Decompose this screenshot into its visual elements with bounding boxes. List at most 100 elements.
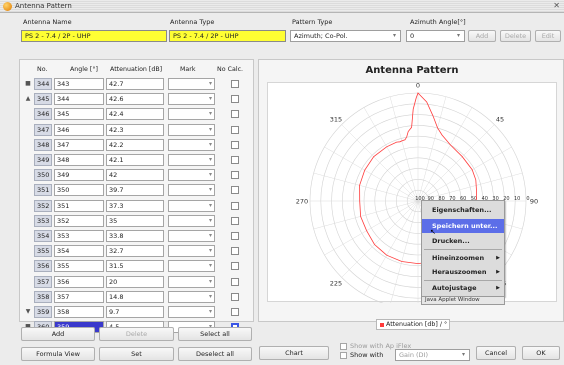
no-calc-checkbox[interactable] bbox=[231, 171, 239, 179]
no-calc-checkbox[interactable] bbox=[231, 217, 239, 225]
attenuation-cell[interactable]: 42 bbox=[106, 169, 164, 181]
edit-angle-button[interactable]: Edit bbox=[535, 30, 561, 42]
antenna-type-field[interactable]: PS 2 - 7.4 / 2P - UHP bbox=[169, 30, 286, 42]
attenuation-cell[interactable]: 42.2 bbox=[106, 139, 164, 151]
no-calc-checkbox[interactable] bbox=[231, 247, 239, 255]
gain-select[interactable]: Gain (DI) ▾ bbox=[395, 349, 470, 361]
angle-cell[interactable]: 352 bbox=[54, 215, 104, 227]
angle-cell[interactable]: 354 bbox=[54, 245, 104, 257]
chart-legend: Attenuation [db] / ° bbox=[376, 319, 450, 330]
attenuation-cell[interactable]: 14.8 bbox=[106, 291, 164, 303]
attenuation-cell[interactable]: 42.7 bbox=[106, 78, 164, 90]
select-all-button[interactable]: Select all bbox=[178, 327, 252, 341]
no-calc-checkbox[interactable] bbox=[231, 141, 239, 149]
attenuation-cell[interactable]: 33.8 bbox=[106, 230, 164, 242]
attenuation-cell[interactable]: 35 bbox=[106, 215, 164, 227]
no-calc-checkbox[interactable] bbox=[231, 186, 239, 194]
mark-select[interactable]: ▾ bbox=[168, 169, 215, 181]
no-calc-checkbox[interactable] bbox=[231, 293, 239, 301]
no-calc-checkbox[interactable] bbox=[231, 308, 239, 316]
angle-cell[interactable]: 349 bbox=[54, 169, 104, 181]
attenuation-cell[interactable]: 37.3 bbox=[106, 200, 164, 212]
ok-button[interactable]: OK bbox=[522, 346, 560, 360]
add-row-button[interactable]: Add bbox=[21, 327, 95, 341]
menu-item-eigenschaften[interactable]: Eigenschaften... bbox=[422, 203, 504, 217]
mark-select[interactable]: ▾ bbox=[168, 78, 215, 90]
attenuation-cell[interactable]: 42.6 bbox=[106, 93, 164, 105]
attenuation-cell[interactable]: 32.7 bbox=[106, 245, 164, 257]
angle-cell[interactable]: 357 bbox=[54, 291, 104, 303]
angle-cell[interactable]: 347 bbox=[54, 139, 104, 151]
attenuation-cell[interactable]: 42.4 bbox=[106, 108, 164, 120]
deselect-all-button[interactable]: Deselect all bbox=[178, 347, 252, 361]
menu-item-hineinzoomen[interactable]: Hineinzoomen ▶ bbox=[422, 251, 504, 265]
angle-cell[interactable]: 345 bbox=[54, 108, 104, 120]
no-calc-checkbox[interactable] bbox=[231, 156, 239, 164]
set-button[interactable]: Set bbox=[99, 347, 174, 361]
mark-select[interactable]: ▾ bbox=[168, 200, 215, 212]
angle-cell[interactable]: 351 bbox=[54, 200, 104, 212]
mark-select[interactable]: ▾ bbox=[168, 154, 215, 166]
pattern-type-select[interactable]: Azimuth; Co-Pol. ▾ bbox=[290, 30, 401, 42]
no-calc-checkbox[interactable] bbox=[231, 110, 239, 118]
attenuation-cell[interactable]: 42.3 bbox=[106, 124, 164, 136]
angle-cell[interactable]: 356 bbox=[54, 276, 104, 288]
angle-cell[interactable]: 343 bbox=[54, 78, 104, 90]
scroll-up-icon[interactable]: ▲ bbox=[24, 95, 32, 103]
angle-cell[interactable]: 358 bbox=[54, 306, 104, 318]
no-calc-checkbox[interactable] bbox=[231, 262, 239, 270]
menu-item-herauszoomen[interactable]: Herauszoomen ▶ bbox=[422, 265, 504, 279]
add-angle-button[interactable]: Add bbox=[468, 30, 496, 42]
cancel-button[interactable]: Cancel bbox=[476, 346, 516, 360]
pattern-type-value: Azimuth; Co-Pol. bbox=[294, 32, 348, 40]
angle-cell[interactable]: 344 bbox=[54, 93, 104, 105]
attenuation-cell[interactable]: 9.7 bbox=[106, 306, 164, 318]
mark-select[interactable]: ▾ bbox=[168, 108, 215, 120]
attenuation-cell[interactable]: 31.5 bbox=[106, 260, 164, 272]
chevron-down-icon: ▾ bbox=[208, 202, 212, 209]
azimuth-angle-select[interactable]: 0 ▾ bbox=[406, 30, 465, 42]
no-calc-checkbox[interactable] bbox=[231, 80, 239, 88]
mark-select[interactable]: ▾ bbox=[168, 184, 215, 196]
angle-cell[interactable]: 348 bbox=[54, 154, 104, 166]
delete-angle-button[interactable]: Delete bbox=[500, 30, 531, 42]
angle-cell[interactable]: 355 bbox=[54, 260, 104, 272]
chevron-down-icon: ▾ bbox=[456, 32, 460, 39]
no-calc-checkbox[interactable] bbox=[231, 126, 239, 134]
menu-item-drucken[interactable]: Drucken... bbox=[422, 234, 504, 248]
chevron-down-icon: ▾ bbox=[208, 80, 212, 87]
row-number: 345 bbox=[34, 93, 52, 105]
no-calc-checkbox[interactable] bbox=[231, 278, 239, 286]
scroll-down-icon[interactable]: ▼ bbox=[24, 308, 32, 316]
attenuation-cell[interactable]: 39.7 bbox=[106, 184, 164, 196]
show-with-ap-checkbox[interactable] bbox=[340, 343, 347, 350]
antenna-name-field[interactable]: PS 2 - 7.4 / 2P - UHP bbox=[21, 30, 167, 42]
formula-view-button[interactable]: Formula View bbox=[21, 347, 95, 361]
angle-cell[interactable]: 346 bbox=[54, 124, 104, 136]
delete-row-button[interactable]: Delete bbox=[99, 327, 174, 341]
angle-cell[interactable]: 353 bbox=[54, 230, 104, 242]
attenuation-cell[interactable]: 20 bbox=[106, 276, 164, 288]
no-calc-checkbox[interactable] bbox=[231, 232, 239, 240]
mark-select[interactable]: ▾ bbox=[168, 124, 215, 136]
mark-select[interactable]: ▾ bbox=[168, 291, 215, 303]
mark-select[interactable]: ▾ bbox=[168, 139, 215, 151]
attenuation-cell[interactable]: 42.1 bbox=[106, 154, 164, 166]
show-with-checkbox[interactable] bbox=[340, 352, 347, 359]
mark-select[interactable]: ▾ bbox=[168, 215, 215, 227]
chevron-down-icon: ▾ bbox=[208, 156, 212, 163]
mark-select[interactable]: ▾ bbox=[168, 245, 215, 257]
mark-select[interactable]: ▾ bbox=[168, 230, 215, 242]
angle-cell[interactable]: 350 bbox=[54, 184, 104, 196]
mark-select[interactable]: ▾ bbox=[168, 306, 215, 318]
mark-select[interactable]: ▾ bbox=[168, 93, 215, 105]
mark-select[interactable]: ▾ bbox=[168, 276, 215, 288]
scroll-thumb[interactable]: ■ bbox=[24, 80, 32, 88]
plot-area[interactable]: 0459013518022527031510090807060504030201… bbox=[267, 82, 557, 322]
mark-select[interactable]: ▾ bbox=[168, 260, 215, 272]
menu-item-autojustage[interactable]: Autojustage ▶ bbox=[422, 281, 504, 295]
chart-button[interactable]: Chart bbox=[259, 346, 329, 360]
no-calc-checkbox[interactable] bbox=[231, 202, 239, 210]
close-icon[interactable]: ✕ bbox=[553, 1, 560, 10]
no-calc-checkbox[interactable] bbox=[231, 95, 239, 103]
